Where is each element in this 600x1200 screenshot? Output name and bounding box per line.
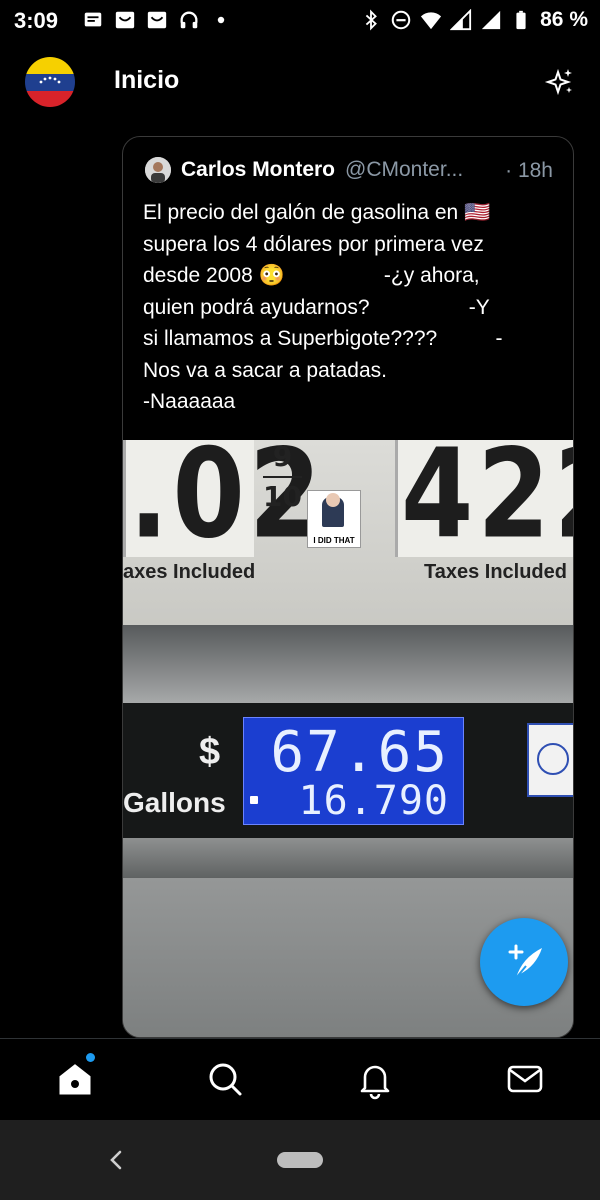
- tweet-line: El precio del galón de gasolina en 🇺🇸: [143, 201, 491, 224]
- lcd-amount: 67.65: [270, 720, 449, 785]
- wifi-icon: [421, 12, 442, 30]
- bell-icon[interactable]: [353, 1057, 397, 1101]
- author-avatar[interactable]: [145, 157, 171, 183]
- do-not-disturb-icon: [391, 10, 411, 30]
- feather-plus-icon: [508, 944, 542, 979]
- tweet-text: El precio del galón de gasolina en 🇺🇸 su…: [143, 197, 558, 418]
- search-icon[interactable]: [203, 1057, 247, 1101]
- back-chevron-icon[interactable]: [104, 1146, 128, 1174]
- avatar[interactable]: [25, 57, 75, 107]
- dot-icon: [217, 16, 225, 24]
- battery-percent: 86 %: [540, 8, 588, 31]
- signal-icon: [481, 10, 501, 30]
- mail-icon: [147, 11, 167, 29]
- bottom-navigation: [0, 1038, 600, 1121]
- message-icon: [84, 12, 102, 27]
- home-pill[interactable]: [277, 1152, 323, 1168]
- status-time: 3:09: [14, 8, 59, 33]
- status-bar: 3:09 86 %: [0, 0, 600, 42]
- tweet-header: Carlos Montero @CMonter...: [145, 157, 463, 183]
- battery-icon: [516, 10, 526, 30]
- system-status-icons: 86 %: [360, 8, 588, 32]
- fraction-bar: [263, 476, 302, 478]
- tweet-line: Nos va a sacar a patadas.: [143, 358, 387, 382]
- mail-icon: [115, 11, 135, 29]
- fraction-bottom: 10: [263, 480, 302, 513]
- tweet-line: quien podrá ayudarnos? -Y: [143, 295, 490, 319]
- sparkle-icon[interactable]: [544, 66, 576, 98]
- sticker: I DID THAT: [307, 490, 361, 548]
- pump-bottom-strip: [123, 838, 573, 878]
- bluetooth-icon: [365, 9, 378, 31]
- system-navigation-bar: [0, 1120, 600, 1200]
- compose-tweet-button[interactable]: [480, 918, 568, 1006]
- venezuela-flag-avatar: [25, 57, 75, 107]
- gallons-label: Gallons: [123, 787, 226, 818]
- tweet-line: -Naaaaaa: [143, 390, 236, 413]
- mail-icon[interactable]: [503, 1057, 547, 1101]
- pump-display-panel: $ Gallons 67.65 16.790: [123, 703, 573, 838]
- inspection-seal: [527, 723, 573, 797]
- signal-icon: [450, 9, 472, 31]
- taxes-label-right: Taxes Included: [423, 561, 567, 583]
- price-fraction: 9 10: [263, 442, 302, 512]
- headphones-icon: [180, 11, 198, 29]
- author-name[interactable]: Carlos Montero: [181, 158, 335, 182]
- taxes-label-left: axes Included: [123, 561, 256, 583]
- tweet-time: · 18h: [505, 159, 553, 182]
- sticker-label: I DID THAT: [313, 536, 355, 545]
- app-header: Inicio: [0, 42, 600, 122]
- sticker-head: [326, 493, 340, 507]
- notification-icons: [82, 9, 232, 31]
- fraction-top: 9: [272, 440, 293, 473]
- home-badge-dot: [86, 1053, 95, 1062]
- quoted-tweet-card[interactable]: Carlos Montero @CMonter... · 18h El prec…: [122, 136, 574, 1038]
- lock-icon: [250, 796, 258, 804]
- dollar-label: $: [199, 731, 221, 773]
- right-price: 422: [401, 440, 573, 566]
- pump-middle-panel: [123, 625, 573, 705]
- lcd-display: 67.65 16.790: [243, 717, 464, 825]
- tweet-line: desde 2008 😳 -¿y ahora,: [143, 264, 480, 287]
- tweet-line: si llamamos a Superbigote???? -: [143, 327, 503, 350]
- lcd-gallons: 16.790: [298, 778, 449, 824]
- tweet-line: supera los 4 dólares por primera vez: [143, 232, 484, 256]
- price-sign-panel: .02 9 10 422 I DID THAT axes Included Ta…: [123, 440, 573, 625]
- home-icon[interactable]: [53, 1057, 97, 1101]
- page-title: Inicio: [114, 66, 180, 94]
- author-handle[interactable]: @CMonter...: [345, 158, 463, 182]
